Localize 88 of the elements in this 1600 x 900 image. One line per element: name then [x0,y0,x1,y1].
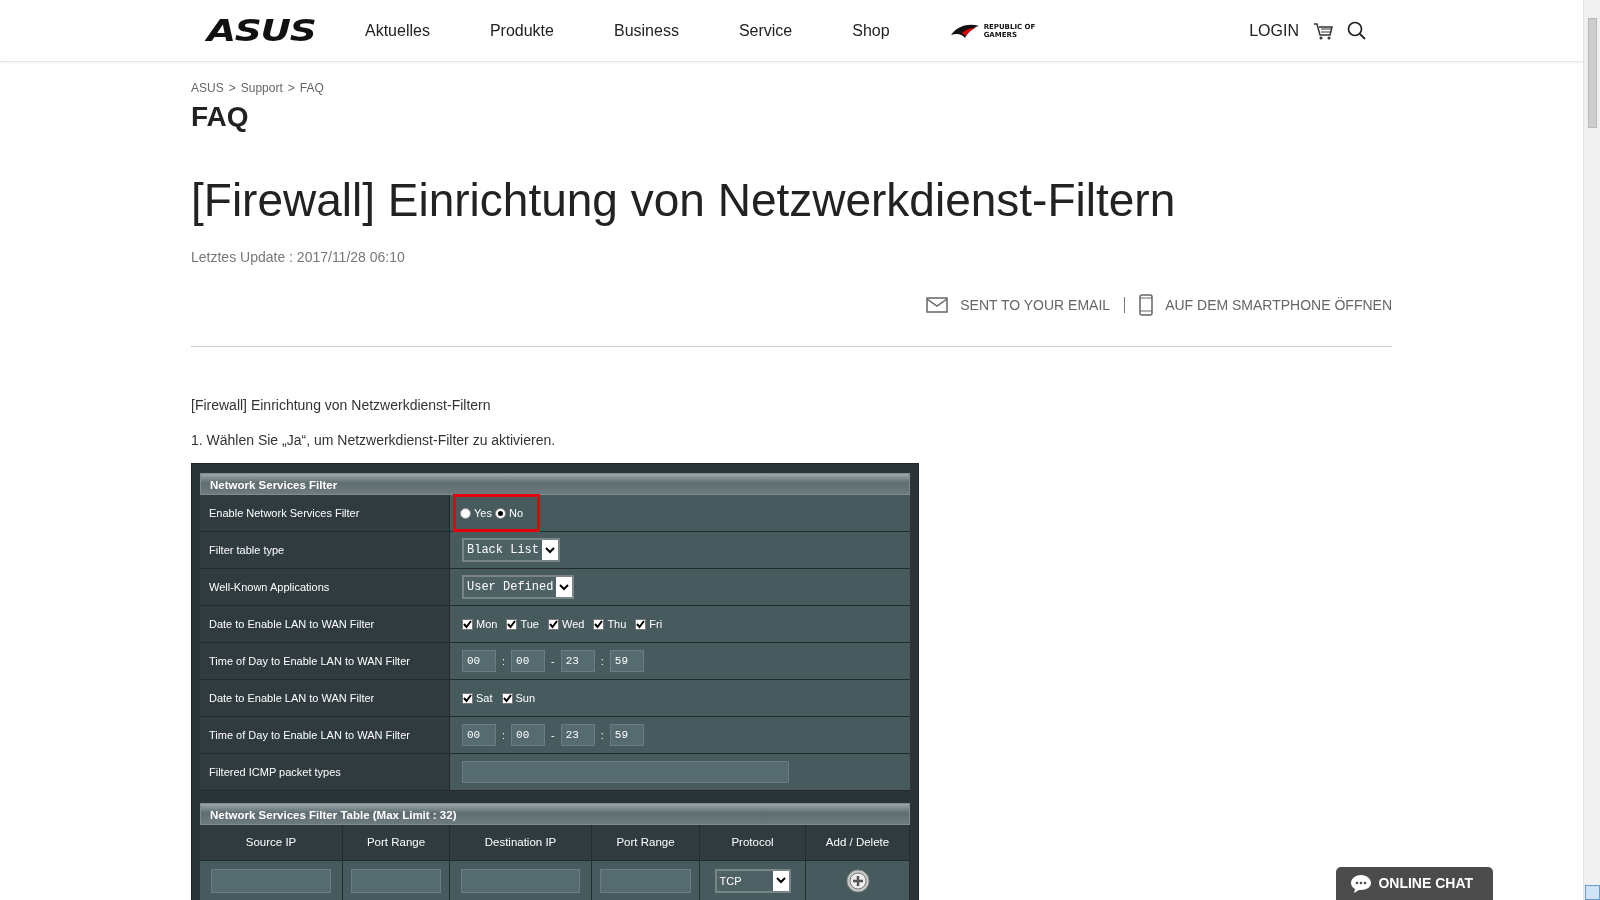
add-icon[interactable] [845,868,870,893]
logo[interactable]: ASUS [207,15,342,46]
nav-link[interactable]: Business [613,18,679,43]
chevron-down-icon [559,583,570,591]
checkbox[interactable] [462,618,473,630]
setting-label: Date to Enable LAN to WAN Filter [200,606,450,643]
update-date: Letztes Update : 2017/11/28 06:10 [191,248,406,268]
dropdown[interactable]: Black List [462,538,560,563]
time-separator: - [551,653,555,669]
time-separator: : [502,727,506,743]
share-link[interactable]: SENT TO YOUR EMAIL [926,294,1111,316]
panel-header: Network Services Filter Table (Max Limit : 32) [200,803,910,826]
dropdown[interactable]: User Defined [462,575,575,600]
checkbox[interactable] [547,618,559,630]
panel-header: Network Services Filter [200,473,910,496]
checkbox[interactable] [635,618,647,630]
section-heading: FAQ [191,100,250,134]
radio-button[interactable] [460,507,471,519]
paragraph: [Firewall] Einrichtung von Netzwerkdienst-Filtern [191,396,492,416]
checkbox-label: Thu [607,616,627,632]
time-separator: : [502,653,506,669]
setting-label: Time of Day to Enable LAN to WAN Filter [200,643,450,680]
setting-label: Date to Enable LAN to WAN Filter [200,680,450,717]
paragraph: 1. Wählen Sie „Ja“, um Netzwerkdienst-Filter zu aktivieren. [191,431,557,451]
login-link[interactable]: LOGIN [1249,18,1299,43]
breadcrumb-link[interactable]: FAQ [299,79,324,97]
column-header: Protocol [700,825,806,861]
time-input[interactable]: 59 [609,650,644,673]
breadcrumb-link[interactable]: Support [240,79,283,97]
column-header: Destination IP [450,825,592,861]
time-separator: : [600,727,604,743]
checkbox-label: Sat [476,690,493,706]
checkbox-label: Mon [476,616,498,632]
time-separator: : [600,653,604,669]
breadcrumb-link[interactable]: ASUS [191,79,224,97]
time-input[interactable]: 23 [560,724,595,747]
nav-link[interactable]: Produkte [489,18,554,43]
time-input[interactable]: 59 [609,724,644,747]
smartphone-icon [1139,294,1154,317]
setting-label: Enable Network Services Filter [200,495,450,532]
setting-label: Filtered ICMP packet types [200,754,450,791]
nav-link[interactable]: Shop [852,18,890,43]
chevron-down-icon [775,877,786,885]
envelope-icon [926,297,949,314]
cart-icon[interactable] [1313,21,1333,40]
checkbox-label: Tue [520,616,539,632]
text-input[interactable] [600,868,691,893]
checkbox-label: Wed [561,616,585,632]
protocol-dropdown[interactable]: TCP [714,868,791,893]
column-header: Source IP [200,825,343,861]
scrollbar[interactable] [1583,0,1600,900]
checkbox[interactable] [501,692,513,704]
nav-link[interactable]: Aktuelles [365,18,430,43]
radio-label: Yes [474,505,492,521]
time-input[interactable]: 00 [511,650,546,673]
setting-label: Time of Day to Enable LAN to WAN Filter [200,717,450,754]
nav-link[interactable]: Service [738,18,793,43]
radio-label: No [508,505,523,521]
setting-label: Well-Known Applications [200,569,450,606]
text-input[interactable] [350,868,442,893]
setting-label: Filter table type [200,532,450,569]
scrollbar-thumb[interactable] [1587,18,1597,128]
column-header: Port Range [592,825,700,861]
time-input[interactable]: 23 [560,650,595,673]
text-input[interactable] [462,761,789,784]
chevron-down-icon [545,546,555,554]
time-input[interactable]: 00 [462,724,496,747]
chat-bubble-icon [1350,873,1373,894]
breadcrumb-separator: > [228,80,236,97]
chat-button[interactable]: ONLINE CHAT [1336,867,1493,900]
checkbox-label: Sun [515,690,536,706]
rog-eye-icon[interactable] [949,22,980,39]
column-header: Add / Delete [806,825,910,861]
breadcrumb-separator: > [287,80,295,97]
checkbox[interactable] [462,692,473,704]
checkbox[interactable] [593,618,605,630]
checkbox-label: Fri [649,616,663,632]
page-title: [Firewall] Einrichtung von Netzwerkdienst-Filtern [191,172,1177,228]
checkbox[interactable] [506,618,518,630]
text-input[interactable] [460,868,581,893]
time-input[interactable]: 00 [511,724,546,747]
column-header: Port Range [343,825,450,861]
time-input[interactable]: 00 [462,650,496,673]
search-icon[interactable] [1347,21,1366,40]
radio-button[interactable] [494,507,506,519]
time-separator: - [551,727,555,743]
share-link[interactable]: AUF DEM SMARTPHONE ÖFFNEN [1139,294,1392,317]
text-input[interactable] [210,868,332,893]
